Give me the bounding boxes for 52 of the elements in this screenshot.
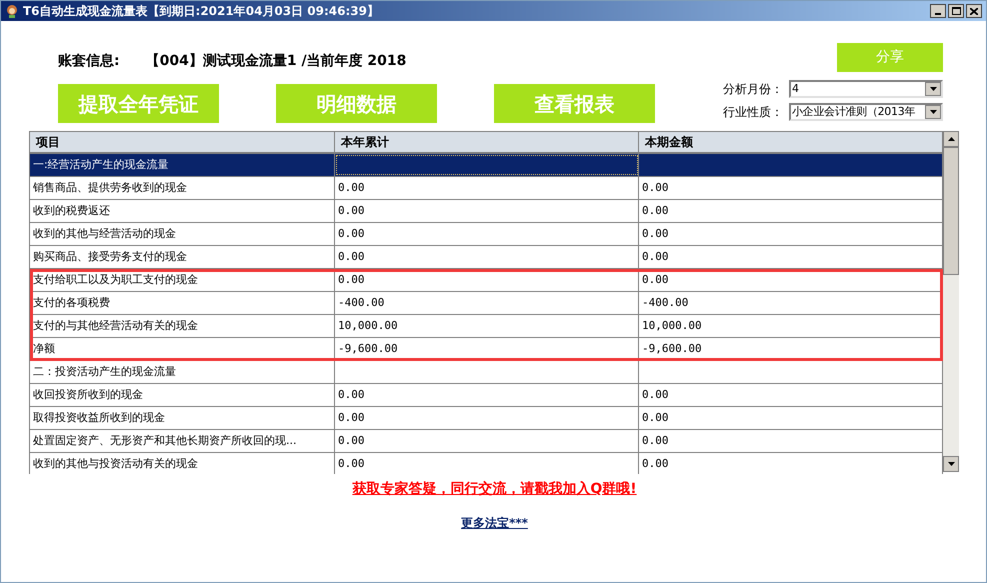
account-info: 【004】测试现金流量1 /当前年度 2018 — [146, 52, 406, 70]
row-label: 支付给职工以及为职工支付的现金 — [30, 269, 335, 291]
row-label: 收到的税费返还 — [30, 200, 335, 222]
filter-label: 分析月份： — [723, 81, 783, 98]
amount-cell: 10,000.00 — [335, 315, 639, 337]
amount-cell: -400.00 — [335, 292, 639, 314]
up-arrow-icon — [948, 137, 954, 141]
column-header[interactable]: 本年累计 — [335, 132, 639, 152]
row-label: 收回投资所收到的现金 — [30, 384, 335, 406]
column-header[interactable]: 项目 — [30, 132, 335, 152]
more-link[interactable]: 更多法宝*** — [461, 514, 528, 532]
amount-cell: 0.00 — [335, 200, 639, 222]
row-label: 二：投资活动产生的现金流量 — [30, 361, 335, 383]
amount-cell: 0.00 — [335, 223, 639, 245]
minimize-button[interactable] — [930, 4, 946, 18]
filter-label: 行业性质： — [723, 104, 783, 121]
row-label: 收到的其他与投资活动有关的现金 — [30, 453, 335, 474]
dropdown[interactable]: 4 — [789, 80, 943, 98]
close-icon — [970, 8, 978, 14]
amount-cell: -9,600.00 — [335, 338, 639, 360]
row-label: 取得投资收益所收到的现金 — [30, 407, 335, 429]
focused-cell[interactable] — [335, 154, 639, 176]
row-label: 支付的各项税费 — [30, 292, 335, 314]
amount-cell: 0.00 — [335, 453, 639, 474]
row-label: 净额 — [30, 338, 335, 360]
promo-link[interactable]: 获取专家答疑，同行交流，请戳我加入Q群哦! — [352, 479, 637, 500]
row-label: 收到的其他与经营活动的现金 — [30, 223, 335, 245]
amount-cell: 0.00 — [335, 177, 639, 199]
scroll-down-button[interactable] — [943, 456, 959, 472]
maximize-icon — [952, 7, 960, 15]
row-label: 销售商品、提供劳务收到的现金 — [30, 177, 335, 199]
row-label: 处置固定资产、无形资产和其他长期资产所收回的现... — [30, 430, 335, 452]
maximize-button[interactable] — [948, 4, 964, 18]
window-title: T6自动生成现金流量表【到期日:2021年04月03日 09:46:39】 — [23, 3, 380, 20]
amount-cell: 0.00 — [335, 246, 639, 268]
account-label: 账套信息: — [58, 52, 120, 70]
caret-icon — [930, 87, 936, 91]
row-label: 一:经营活动产生的现金流量 — [30, 154, 335, 176]
monkey-icon — [5, 4, 19, 18]
minimize-icon — [935, 13, 941, 15]
amount-cell: 0.00 — [335, 407, 639, 429]
row-label: 购买商品、接受劳务支付的现金 — [30, 246, 335, 268]
scroll-thumb[interactable] — [943, 147, 959, 275]
amount-cell: 0.00 — [335, 269, 639, 291]
scroll-up-button[interactable] — [943, 131, 959, 147]
row-label: 支付的与其他经营活动有关的现金 — [30, 315, 335, 337]
amount-cell: 0.00 — [335, 430, 639, 452]
caret-icon — [930, 110, 936, 114]
dropdown[interactable]: 小企业会计准则（2013年 — [789, 103, 943, 121]
amount-cell: 0.00 — [335, 384, 639, 406]
close-button[interactable] — [966, 4, 982, 18]
down-arrow-icon — [948, 462, 954, 466]
